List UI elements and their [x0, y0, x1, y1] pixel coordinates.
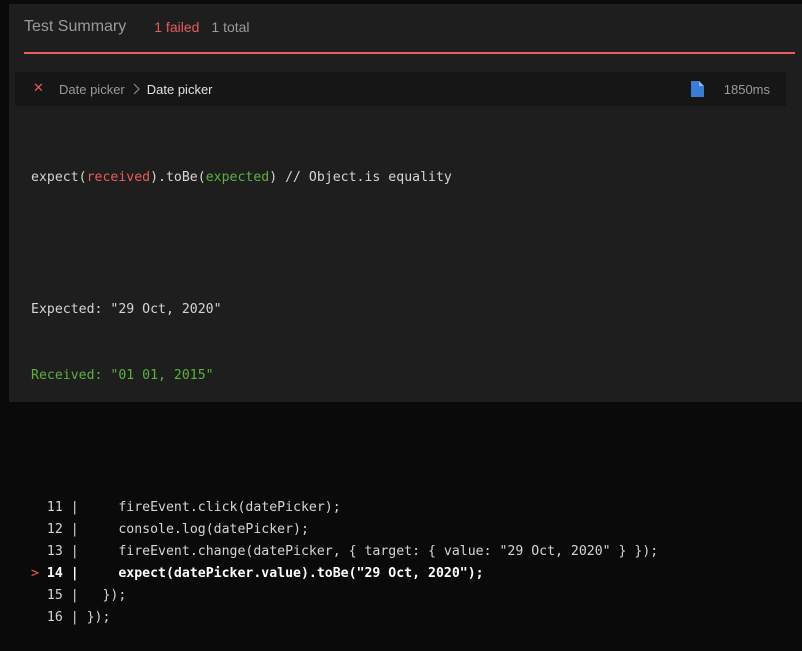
x-icon: ✕	[33, 81, 44, 96]
breadcrumb-test[interactable]: Date picker	[147, 82, 213, 97]
error-marker	[31, 544, 47, 559]
code-text: fireEvent.click(datePicker);	[118, 500, 341, 515]
error-marker	[31, 522, 47, 537]
line-number: 16	[46, 610, 63, 625]
code-line: > 14 | expect(datePicker.value).toBe("29…	[31, 566, 484, 581]
received-value-line: Received: "01 01, 2015"	[31, 368, 214, 383]
assertion-line: expect(received).toBe(expected) // Objec…	[31, 170, 452, 185]
line-number: 11	[46, 500, 63, 515]
line-number: 15	[46, 588, 63, 603]
code-line: 12 | console.log(datePicker);	[31, 519, 658, 541]
code-line: 15 | });	[31, 585, 658, 607]
code-line: 11 | fireEvent.click(datePicker);	[31, 497, 658, 519]
code-text: });	[86, 610, 111, 625]
failure-message: expect(received).toBe(expected) // Objec…	[31, 123, 658, 651]
test-duration: 1850ms	[723, 81, 770, 97]
file-icon[interactable]	[690, 81, 704, 97]
expected-word: expected	[205, 170, 270, 185]
code-text: console.log(datePicker);	[118, 522, 309, 537]
error-marker	[31, 500, 47, 515]
chevron-right-icon	[133, 83, 140, 95]
summary-header: Test Summary 1 failed 1 total	[24, 4, 795, 54]
expected-value-line: Expected: "29 Oct, 2020"	[31, 302, 222, 317]
received-word: received	[86, 170, 151, 185]
total-count: 1 total	[211, 19, 250, 35]
code-line: 13 | fireEvent.change(datePicker, { targ…	[31, 541, 658, 563]
line-number: 13	[46, 544, 63, 559]
summary-title: Test Summary	[24, 18, 127, 35]
code-text: fireEvent.change(datePicker, { target: {…	[118, 544, 659, 559]
failed-count: 1 failed	[154, 19, 200, 35]
code-text: expect(datePicker.value).toBe("29 Oct, 2…	[118, 566, 484, 581]
code-text: });	[102, 588, 127, 603]
error-marker	[31, 588, 47, 603]
error-marker	[31, 610, 47, 625]
line-number: 14	[46, 566, 63, 581]
breadcrumb-suite[interactable]: Date picker	[59, 82, 125, 97]
line-number: 12	[46, 522, 63, 537]
code-line: 16 | });	[31, 607, 658, 629]
test-result-row[interactable]: ✕ Date picker Date picker 1850ms	[15, 72, 786, 106]
error-marker: >	[31, 566, 47, 581]
code-frame: 11 | fireEvent.click(datePicker); 12 | c…	[31, 497, 658, 629]
